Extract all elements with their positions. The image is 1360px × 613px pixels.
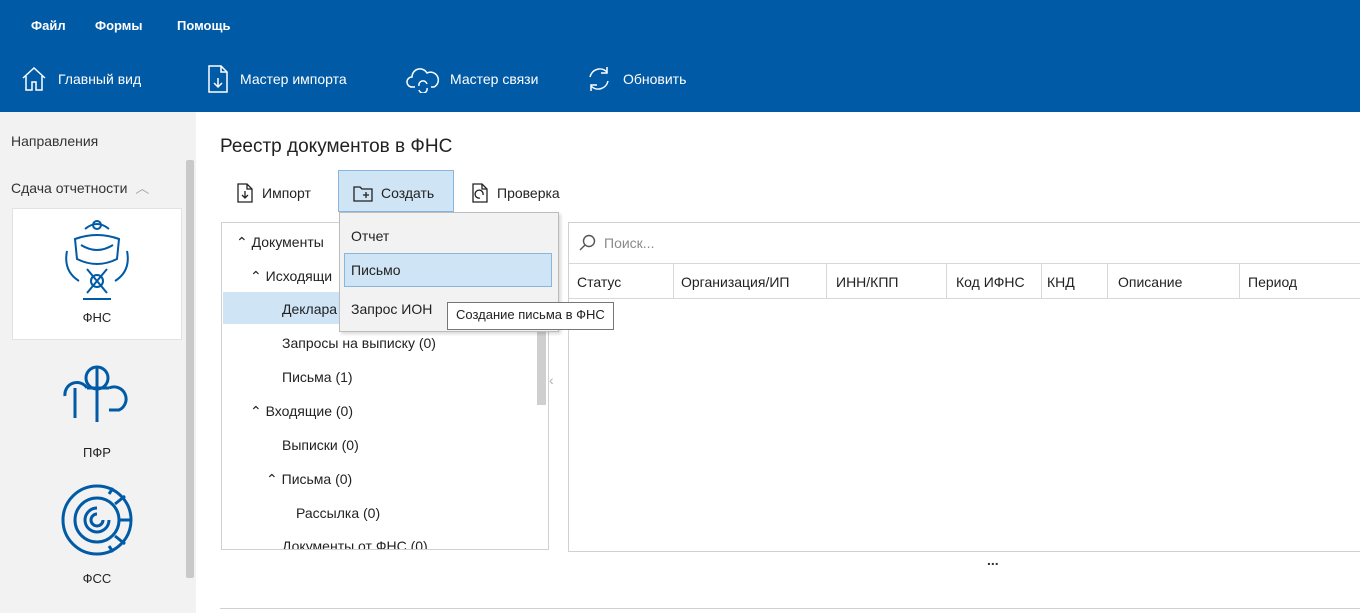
menu-item-letter-label: Письмо (351, 262, 401, 278)
main-view-button[interactable]: Главный вид (20, 62, 141, 96)
import-icon (237, 183, 253, 203)
column-header-status[interactable]: Статус (577, 274, 621, 290)
sidebar-scrollbar[interactable] (186, 160, 194, 578)
search-box[interactable]: Поиск... (569, 223, 1360, 264)
sidebar-item-fss[interactable]: ФСС (12, 480, 182, 600)
connection-wizard-label: Мастер связи (450, 71, 539, 87)
check-file-icon (472, 183, 488, 203)
tooltip: Создание письма в ФНС (447, 302, 614, 330)
column-separator[interactable] (1041, 264, 1042, 298)
import-file-icon (208, 65, 228, 93)
cloud-sync-icon (406, 68, 440, 93)
column-header-organization[interactable]: Организация/ИП (681, 274, 789, 290)
chevron-up-icon: ⌃ (250, 403, 262, 419)
tree-node-documents[interactable]: ⌃ Документы (236, 234, 324, 251)
check-button[interactable]: Проверка (471, 178, 560, 208)
column-separator[interactable] (1239, 264, 1240, 298)
reporting-section-header[interactable]: Сдача отчетности ︿ (11, 178, 149, 198)
menu-item-report[interactable]: Отчет (351, 228, 389, 244)
column-separator[interactable] (826, 264, 827, 298)
column-header-ifns-code[interactable]: Код ИФНС (956, 274, 1025, 290)
tree-node-label: Исходящи (265, 268, 333, 284)
new-folder-icon (353, 186, 373, 202)
search-icon (579, 234, 596, 251)
import-wizard-button[interactable]: Мастер импорта (206, 62, 347, 96)
pfr-logo-icon (63, 365, 128, 422)
tree-node-statements[interactable]: Выписки (0) (282, 437, 359, 453)
home-icon (22, 66, 46, 91)
fns-emblem-icon (65, 220, 129, 300)
tree-node-statement-requests[interactable]: Запросы на выписку (0) (282, 335, 436, 351)
connection-wizard-button[interactable]: Мастер связи (406, 62, 538, 96)
reporting-section-label: Сдача отчетности (11, 180, 128, 196)
search-placeholder: Поиск... (604, 235, 655, 251)
tree-node-fns-documents[interactable]: Документы от ФНС (0) (282, 538, 428, 549)
top-bar: Файл Формы Помощь Главный вид Мастер имп… (0, 0, 1360, 112)
column-separator[interactable] (946, 264, 947, 298)
chevron-left-icon: ‹ (549, 372, 554, 388)
menu-item-ion-request[interactable]: Запрос ИОН (351, 301, 432, 317)
tree-node-label: Письма (0) (281, 471, 353, 487)
chevron-up-icon: ⌃ (250, 268, 262, 284)
tree-node-label: Входящие (0) (265, 403, 354, 419)
import-wizard-label: Мастер импорта (240, 71, 347, 87)
documents-grid (568, 222, 1360, 552)
column-header-inn-kpp[interactable]: ИНН/КПП (836, 274, 898, 290)
tree-node-outgoing[interactable]: ⌃ Исходящи (250, 268, 332, 285)
menu-file[interactable]: Файл (31, 18, 66, 33)
check-label: Проверка (497, 185, 560, 201)
column-separator[interactable] (673, 264, 674, 298)
sidebar-item-pfr[interactable]: ПФР (12, 358, 182, 468)
tree-node-mailing[interactable]: Рассылка (0) (296, 505, 380, 521)
sidebar-item-fss-label: ФСС (82, 571, 112, 586)
menu-help[interactable]: Помощь (177, 18, 230, 33)
directions-label: Направления (11, 133, 99, 149)
refresh-button[interactable]: Обновить (585, 62, 686, 96)
import-label: Импорт (262, 185, 311, 201)
page-title: Реестр документов в ФНС (220, 136, 453, 157)
collapse-panel-handle[interactable]: ‹ (549, 372, 563, 402)
fss-logo-icon (61, 484, 133, 556)
bottom-divider (220, 608, 1360, 609)
header-divider (569, 298, 1360, 299)
tree-node-incoming-letters[interactable]: ⌃ Письма (0) (266, 471, 352, 488)
tree-node-outgoing-letters[interactable]: Письма (1) (282, 369, 353, 385)
menu-forms[interactable]: Формы (95, 18, 143, 33)
tree-node-incoming[interactable]: ⌃ Входящие (0) (250, 403, 353, 420)
tree-node-declarations[interactable]: Деклара (282, 301, 337, 317)
sidebar-item-fns[interactable]: ФНС (12, 208, 182, 340)
chevron-up-icon: ⌃ (236, 234, 248, 250)
more-indicator[interactable]: ... (987, 552, 999, 568)
tree-node-label: Документы (251, 234, 324, 250)
create-label: Создать (381, 185, 435, 201)
refresh-label: Обновить (623, 71, 687, 87)
main-view-label: Главный вид (58, 71, 142, 87)
import-button[interactable]: Импорт (236, 178, 311, 208)
chevron-up-icon: ︿ (135, 180, 150, 196)
column-separator[interactable] (1107, 264, 1108, 298)
column-header-period[interactable]: Период (1248, 274, 1297, 290)
column-header-description[interactable]: Описание (1118, 274, 1182, 290)
refresh-icon (589, 67, 609, 91)
sidebar-item-fns-label: ФНС (82, 310, 112, 325)
menu-item-letter[interactable]: Письмо (344, 253, 552, 287)
create-button[interactable]: Создать (353, 178, 434, 208)
sidebar-item-pfr-label: ПФР (83, 445, 111, 460)
chevron-up-icon: ⌃ (266, 471, 278, 487)
column-header-knd[interactable]: КНД (1047, 274, 1075, 290)
